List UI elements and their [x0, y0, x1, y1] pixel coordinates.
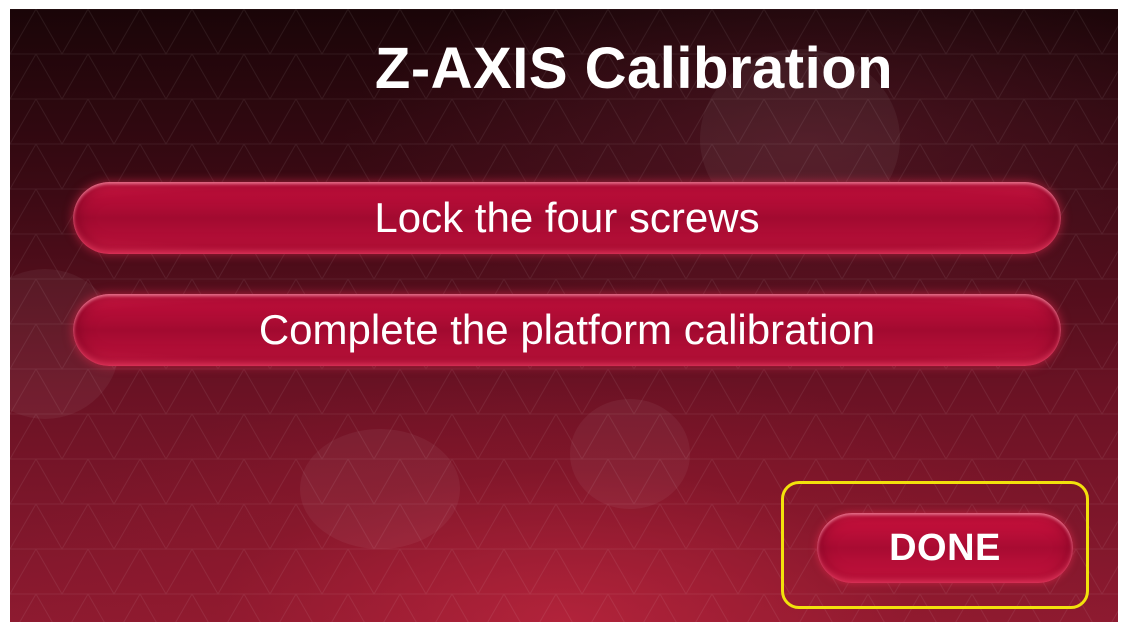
background-bokeh-shape [570, 399, 690, 509]
done-button[interactable]: DONE [817, 513, 1073, 583]
step-lock-screws-button[interactable]: Lock the four screws [73, 182, 1061, 254]
step-platform-calibration-button[interactable]: Complete the platform calibration [73, 294, 1061, 366]
page-title: Z-AXIS Calibration [374, 36, 894, 101]
background-bokeh-shape [300, 429, 460, 549]
